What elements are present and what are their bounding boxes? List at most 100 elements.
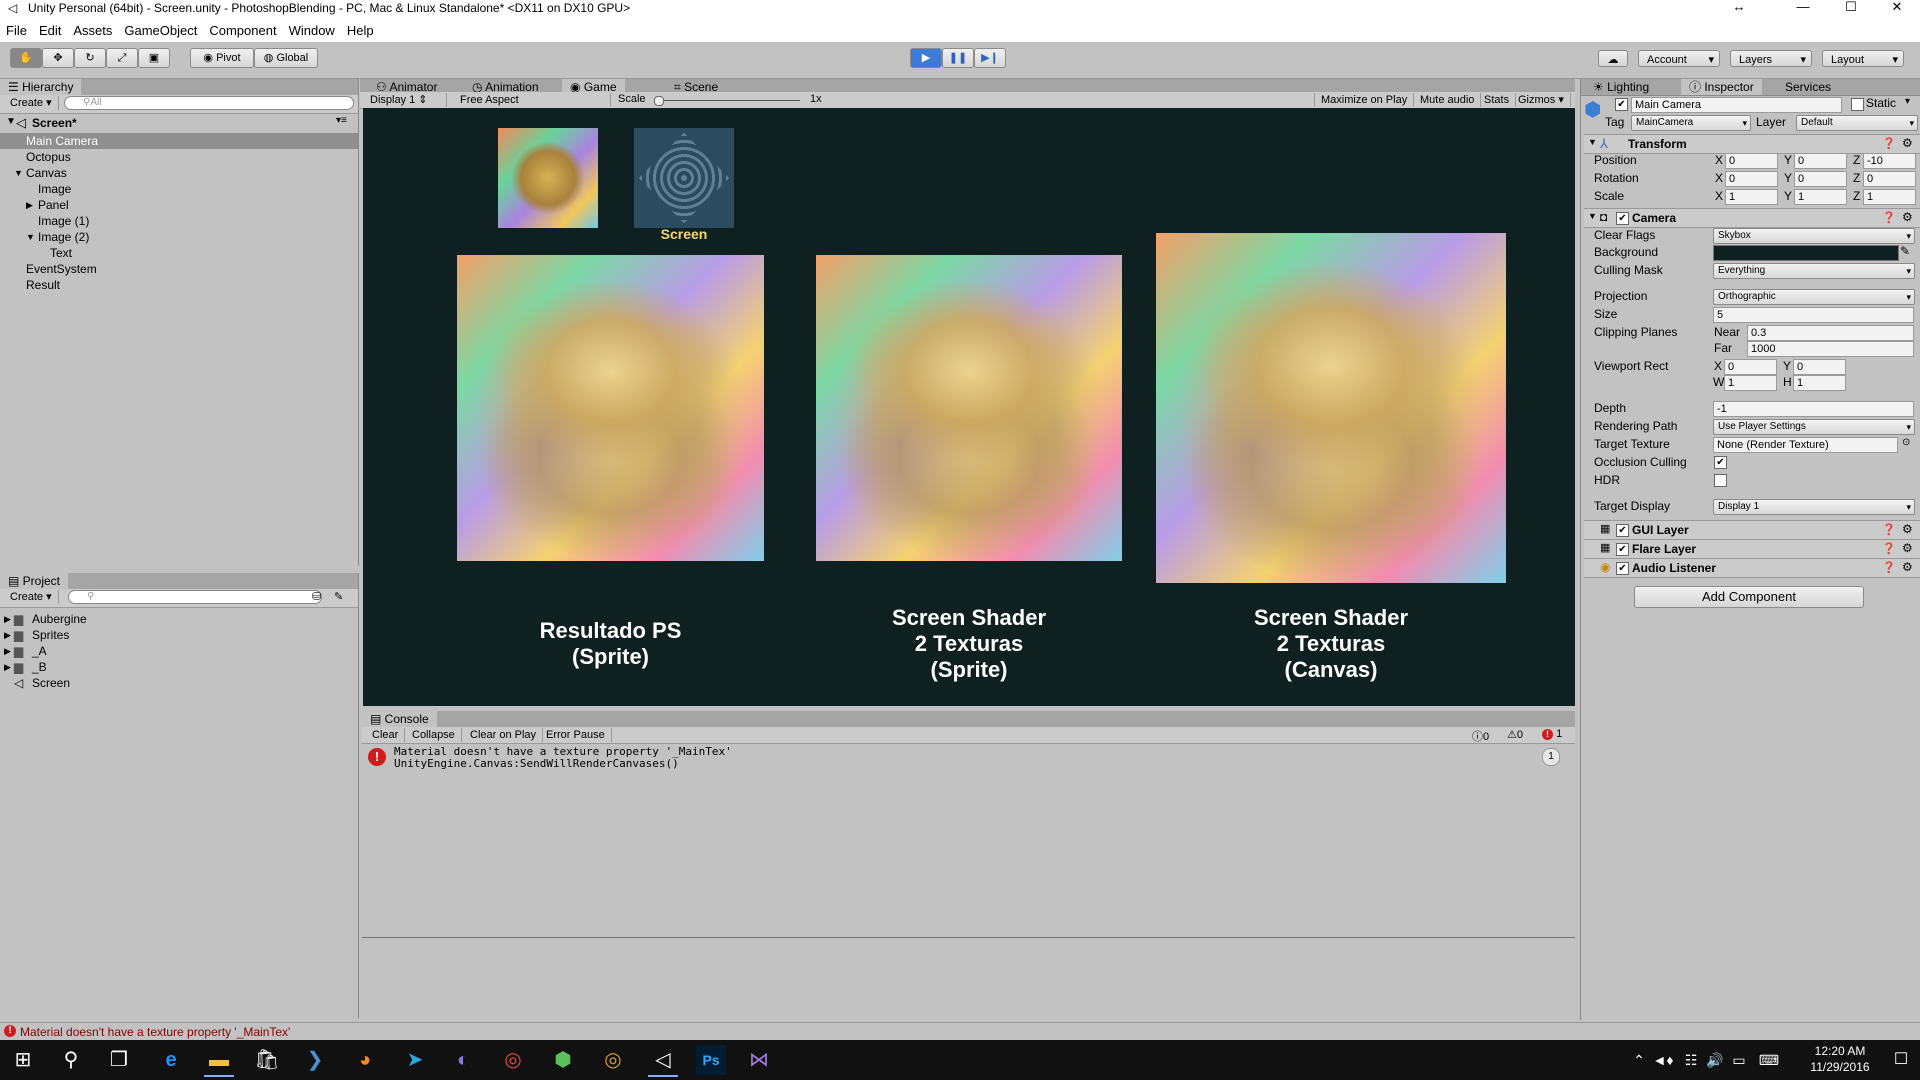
filter-label-icon[interactable]: ✎ [334,590,343,603]
step-button[interactable]: ▶❙ [974,48,1006,68]
target-display-dropdown[interactable]: Display 1 [1713,499,1915,515]
eyedropper-icon[interactable]: ✎ [1900,244,1910,258]
menu-help[interactable]: Help [341,20,380,42]
menu-window[interactable]: Window [283,20,341,42]
camera-header[interactable]: ▼ ◘ ✔ Camera ❓ ⚙ [1584,208,1920,228]
global-button[interactable]: ◍ Global [254,48,318,68]
collapse-arrow-icon[interactable]: ▶ [4,611,11,627]
culling-mask-dropdown[interactable]: Everything [1713,263,1915,279]
static-checkbox[interactable] [1851,98,1864,111]
hierarchy-item[interactable]: Result [0,277,358,293]
menu-assets[interactable]: Assets [67,20,118,42]
target-texture-field[interactable]: None (Render Texture) [1713,437,1898,453]
hierarchy-item[interactable]: ▼ Canvas [0,165,358,181]
edge-icon[interactable]: e [156,1045,186,1075]
tab-inspector[interactable]: ⓘ Inspector [1681,79,1762,95]
flare-layer-header[interactable]: ▦ ✔ Flare Layer ❓ ⚙ [1584,539,1920,559]
object-name-field[interactable]: Main Camera [1631,97,1842,113]
audio-listener-header[interactable]: ◉ ✔ Audio Listener ❓ ⚙ [1584,558,1920,578]
size-field[interactable]: 5 [1713,307,1914,323]
hand-tool-icon[interactable]: ✋ [10,48,42,68]
layers-dropdown[interactable]: Layers ▾ [1730,50,1812,67]
project-item[interactable]: ▶ ▆ _B [0,659,358,675]
collapse-arrow-icon[interactable]: ▶ [4,627,11,643]
project-search-input[interactable]: ⚲ [68,590,322,604]
game-view[interactable]: Screen Resultado PS (Sprite) Screen Shad… [363,108,1575,706]
upwork-icon[interactable]: ⬢ [548,1045,578,1075]
flare-layer-checkbox[interactable]: ✔ [1616,543,1629,556]
layer-dropdown[interactable]: Default [1796,115,1918,131]
file-explorer-icon[interactable]: ▬ [204,1045,234,1077]
windows-start-icon[interactable]: ⊞ [8,1045,38,1075]
audio-listener-checkbox[interactable]: ✔ [1616,562,1629,575]
position-y-field[interactable]: 0 [1794,153,1847,169]
eclipse-icon[interactable]: ◐ [448,1045,478,1075]
viewport-y-field[interactable]: 0 [1793,359,1846,375]
gizmos-dropdown[interactable]: Gizmos ▾ [1512,93,1571,107]
scale-slider-handle[interactable] [654,96,664,106]
transform-header[interactable]: ▼ ⅄ Transform ❓ ⚙ [1584,134,1920,154]
chrome-icon[interactable]: ◎ [498,1045,528,1075]
gui-layer-header[interactable]: ▦ ✔ GUI Layer ❓ ⚙ [1584,520,1920,540]
depth-field[interactable]: -1 [1713,401,1914,417]
keyboard-icon[interactable]: ⌨ [1754,1045,1784,1075]
occlusion-culling-checkbox[interactable]: ✔ [1714,456,1727,469]
expand-arrow-icon[interactable]: ▼ [26,229,35,245]
project-item[interactable]: ▶ ▆ Sprites [0,627,358,643]
help-icon[interactable]: ❓ [1882,137,1896,150]
console-log-row[interactable]: ! Material doesn't have a texture proper… [362,745,1575,771]
notifications-icon[interactable]: ☐ [1886,1045,1916,1075]
console-clear-button[interactable]: Clear [366,728,406,742]
scale-tool-icon[interactable]: ⤢ [106,48,138,68]
scale-z-field[interactable]: 1 [1863,189,1916,205]
photoshop-icon[interactable]: Ps [696,1045,726,1075]
resize-icon[interactable]: ↔ [1716,0,1762,16]
info-count-toggle[interactable]: ⓘ0 [1472,728,1489,744]
project-item[interactable]: ◁ Screen [0,675,358,691]
rotation-x-field[interactable]: 0 [1725,171,1778,187]
console-clear-on-play-button[interactable]: Clear on Play [464,728,544,742]
active-checkbox[interactable]: ✔ [1615,98,1628,111]
stats-toggle[interactable]: Stats [1478,93,1517,107]
help-icon[interactable]: ❓ [1882,211,1896,224]
maximize-button[interactable]: ☐ [1828,0,1874,16]
play-button[interactable]: ▶ [910,48,942,68]
hierarchy-item[interactable]: Image (1) [0,213,358,229]
maximize-on-play-toggle[interactable]: Maximize on Play [1314,93,1415,107]
menu-gameobject[interactable]: GameObject [118,20,203,42]
clock-date[interactable]: 11/29/2016 [1800,1060,1880,1074]
viewport-h-field[interactable]: 1 [1793,375,1846,391]
firefox-icon[interactable]: ◕ [350,1045,380,1075]
menu-file[interactable]: File [0,20,33,42]
gear-icon[interactable]: ⚙ [1902,136,1913,150]
move-tool-icon[interactable]: ✥ [42,48,74,68]
aspect-dropdown[interactable]: Free Aspect [454,93,611,107]
tab-project[interactable]: ▤ Project [0,573,69,589]
far-field[interactable]: 1000 [1747,341,1914,357]
hierarchy-item[interactable]: Octopus [0,149,358,165]
account-dropdown[interactable]: Account ▾ [1638,50,1720,67]
unity-app-icon[interactable]: ◁ [648,1045,678,1077]
tab-hierarchy[interactable]: ☰ Hierarchy [0,79,82,95]
project-create-button[interactable]: Create ▾ [4,590,59,604]
close-button[interactable]: ✕ [1874,0,1920,16]
hierarchy-item[interactable]: EventSystem [0,261,358,277]
hierarchy-item[interactable]: ▼ Image (2) [0,229,358,245]
collapse-arrow-icon[interactable]: ▶ [4,643,11,659]
menu-edit[interactable]: Edit [33,20,67,42]
rotation-z-field[interactable]: 0 [1863,171,1916,187]
rect-tool-icon[interactable]: ▣ [138,48,170,68]
tag-dropdown[interactable]: MainCamera [1631,115,1751,131]
clock-time[interactable]: 12:20 AM [1800,1044,1880,1058]
hierarchy-item[interactable]: Image [0,181,358,197]
display-dropdown[interactable]: Display 1 ⇕ [364,93,447,107]
gear-icon[interactable]: ⚙ [1902,541,1913,555]
gear-icon[interactable]: ⚙ [1902,560,1913,574]
rotate-tool-icon[interactable]: ↻ [74,48,106,68]
console-error-pause-button[interactable]: Error Pause [540,728,612,742]
clear-flags-dropdown[interactable]: Skybox [1713,228,1915,244]
console-divider[interactable] [362,937,1575,938]
gear-icon[interactable]: ⚙ [1902,522,1913,536]
scale-x-field[interactable]: 1 [1725,189,1778,205]
camera-enabled-checkbox[interactable]: ✔ [1616,212,1629,225]
